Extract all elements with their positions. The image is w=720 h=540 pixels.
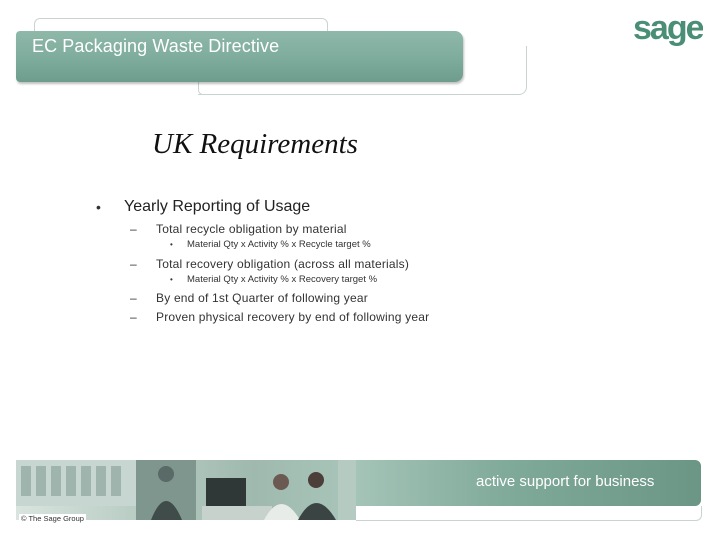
svg-text:sage: sage (633, 12, 703, 47)
list-subitem: Material Qty x Activity % x Recycle targ… (187, 239, 371, 250)
footer-office-photo (16, 460, 356, 520)
sub-bullet-dot: • (170, 240, 173, 249)
sub-bullet-dot: • (170, 275, 173, 284)
list-item: Proven physical recovery by end of follo… (156, 310, 430, 324)
bullet-heading: Yearly Reporting of Usage (124, 198, 311, 215)
dash-marker: – (130, 222, 137, 236)
footer-tagline: active support for business (476, 473, 655, 490)
slide-title: UK Requirements (152, 128, 358, 160)
list-item: Total recycle obligation by material (156, 222, 347, 236)
list-item: By end of 1st Quarter of following year (156, 291, 368, 305)
list-item: Total recovery obligation (across all ma… (156, 257, 410, 271)
list-subitem: Material Qty x Activity % x Recovery tar… (187, 274, 378, 285)
bullet-dot: • (96, 199, 101, 215)
header-frame-outline-corner (198, 80, 203, 95)
dash-marker: – (130, 291, 137, 305)
sage-logo: sage (633, 12, 703, 47)
footer-band-outline (356, 506, 702, 521)
copyright-notice: © The Sage Group (19, 514, 86, 523)
header-title: EC Packaging Waste Directive (32, 36, 280, 56)
dash-marker: – (130, 310, 137, 324)
dash-marker: – (130, 257, 137, 271)
